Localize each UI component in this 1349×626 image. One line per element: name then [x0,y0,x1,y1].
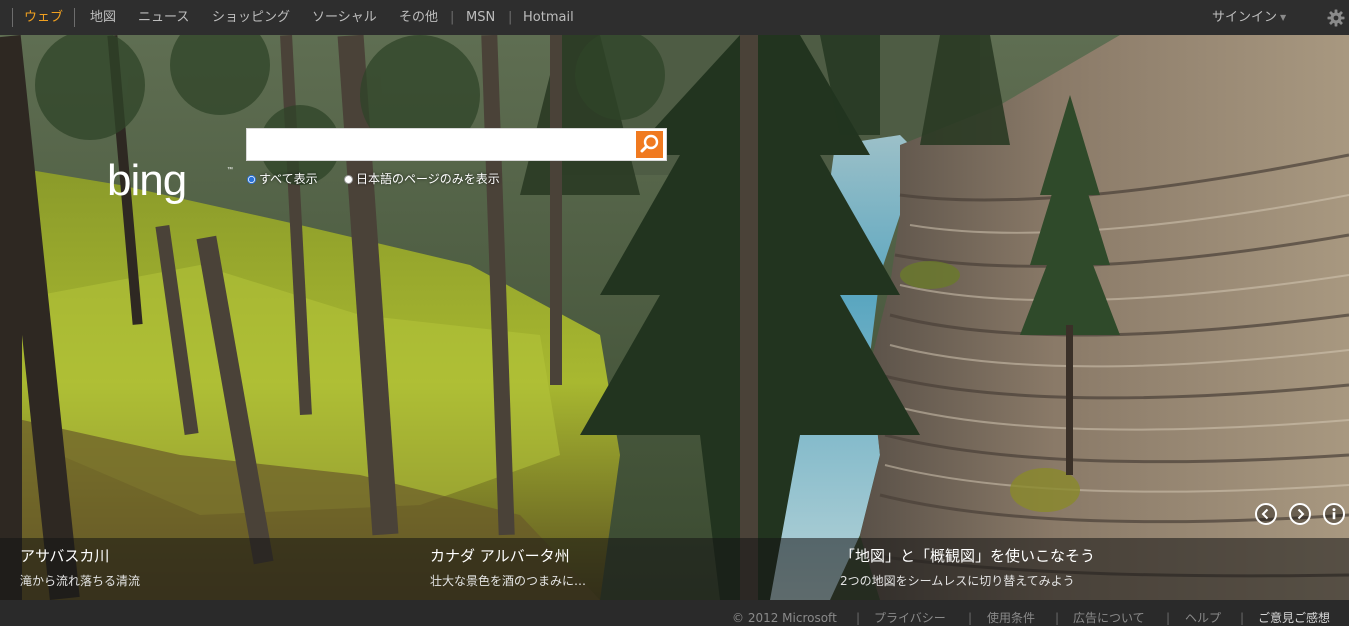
footer-separator: | [1240,611,1245,625]
forest-canyon-photo [0,35,1349,600]
caption-bar: アサバスカ川 滝から流れ落ちる清流 カナダ アルバータ州 壮大な景色を酒のつまみ… [0,538,1349,600]
caption-title: カナダ アルバータ州 [430,547,570,565]
nav-item-more[interactable]: その他 [399,9,438,26]
caption-item[interactable]: カナダ アルバータ州 壮大な景色を酒のつまみに… [430,546,586,589]
nav-item-hotmail[interactable]: Hotmail [523,9,574,26]
radio-unselected-icon [344,175,353,184]
caption-subtitle: 滝から流れ落ちる清流 [20,574,141,588]
next-image-button[interactable] [1289,503,1311,525]
search-input[interactable] [247,129,633,160]
caption-item[interactable]: 「地図」と「概観図」を使いこなそう 2つの地図をシームレスに切り替えてみよう [840,546,1095,589]
caption-title: アサバスカ川 [20,547,110,565]
search-button[interactable] [636,131,663,158]
signin-label: サインイン [1212,10,1278,25]
caption-subtitle: 壮大な景色を酒のつまみに… [430,574,587,588]
search-box [246,128,667,161]
footer-separator: | [1166,611,1171,625]
search-scope-japanese-label: 日本語のページのみを表示 [356,172,500,186]
gear-icon[interactable] [1327,9,1345,27]
nav-item-maps[interactable]: 地図 [90,9,116,26]
search-scope-japanese[interactable]: 日本語のページのみを表示 [344,172,500,186]
search-icon [640,134,659,153]
info-icon [1332,508,1336,520]
search-scope-all[interactable]: すべて表示 [247,172,318,186]
footer-separator: | [856,611,861,625]
nav-separator: | [450,10,455,25]
nav-divider [74,8,75,27]
caption-item[interactable]: アサバスカ川 滝から流れ落ちる清流 [20,546,140,589]
caption-title: 「地図」と「概観図」を使いこなそう [840,547,1096,565]
caption-subtitle: 2つの地図をシームレスに切り替えてみよう [840,574,1075,588]
bing-logo: bing ™ [107,157,233,205]
signin-link[interactable]: サインイン ▼ [1212,9,1286,26]
nav-left-divider [12,8,13,27]
chevron-right-icon [1297,508,1305,520]
footer-link-terms[interactable]: 使用条件 [987,611,1035,625]
nav-item-shopping[interactable]: ショッピング [212,9,290,26]
nav-item-news[interactable]: ニュース [138,9,189,26]
nav-item-social[interactable]: ソーシャル [312,9,377,26]
footer: © 2012 Microsoft | プライバシー | 使用条件 | 広告につい… [0,600,1349,626]
nav-item-msn[interactable]: MSN [466,9,495,26]
copyright: © 2012 Microsoft [732,611,837,625]
search-scope-all-label: すべて表示 [259,172,318,186]
top-nav: ウェブ 地図 ニュース ショッピング ソーシャル その他 | MSN | Hot… [0,0,1349,35]
footer-separator: | [1055,611,1060,625]
footer-separator: | [968,611,973,625]
footer-link-privacy[interactable]: プライバシー [874,611,946,625]
previous-image-button[interactable] [1255,503,1277,525]
footer-link-advertise[interactable]: 広告について [1073,611,1145,625]
chevron-down-icon: ▼ [1280,13,1287,22]
logo-text: bing [107,157,186,205]
footer-link-help[interactable]: ヘルプ [1185,611,1221,625]
nav-item-web[interactable]: ウェブ [24,9,63,26]
image-info-button[interactable] [1323,503,1345,525]
svg-text:™: ™ [227,166,233,173]
footer-link-feedback[interactable]: ご意見ご感想 [1258,611,1330,625]
chevron-left-icon [1261,508,1269,520]
radio-selected-icon [247,175,256,184]
nav-separator: | [508,10,513,25]
background-image: bing ™ [0,35,1349,600]
